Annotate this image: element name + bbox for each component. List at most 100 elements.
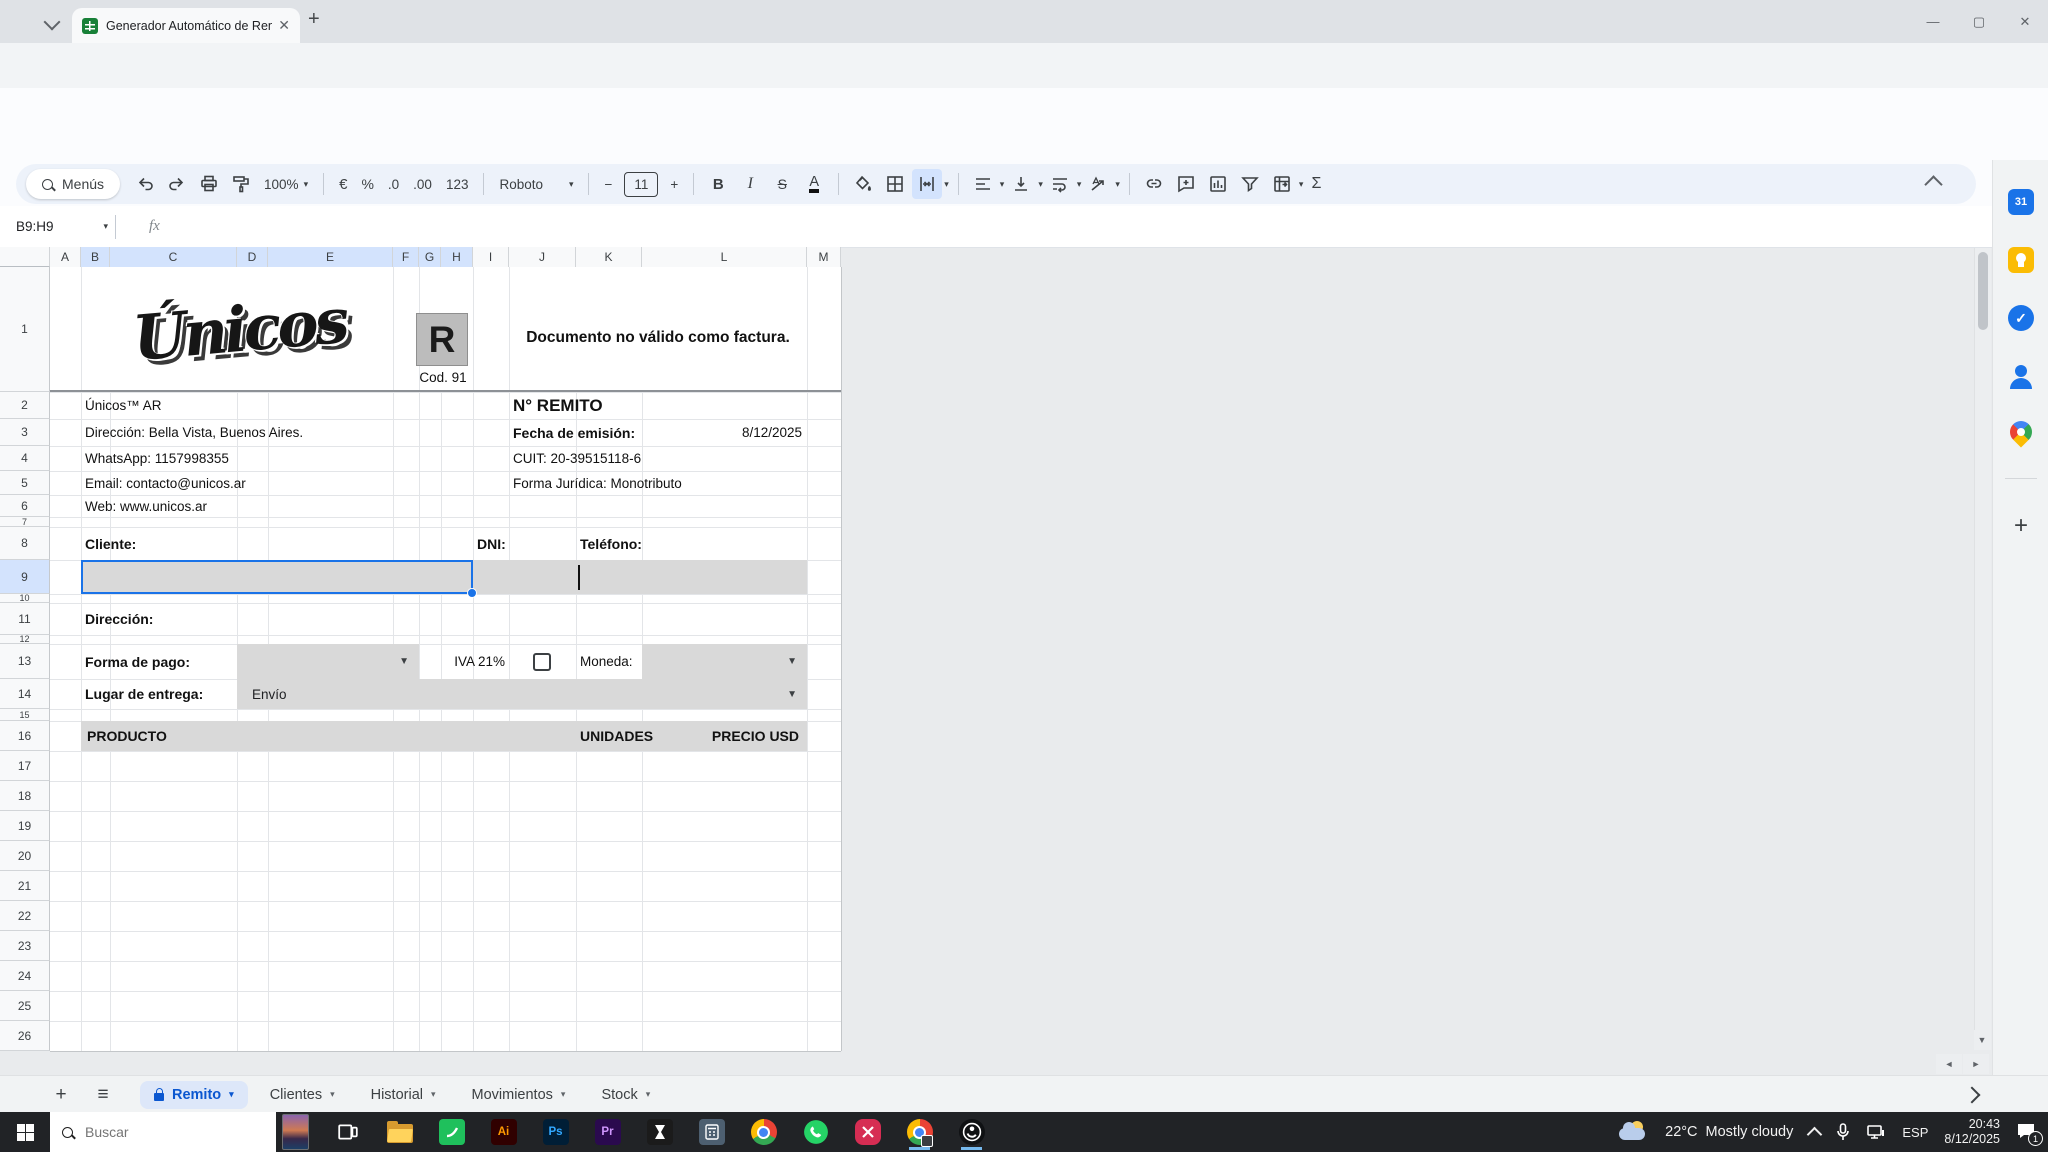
row-header-18[interactable]: 18 [0, 781, 50, 811]
sheet-tab-caret-icon[interactable]: ▾ [561, 1089, 566, 1100]
file-explorer-icon[interactable] [386, 1114, 413, 1150]
notification-center-icon[interactable]: 1 [2016, 1122, 2038, 1142]
vertical-scrollbar-thumb[interactable] [1978, 252, 1988, 330]
pivot-caret-icon[interactable]: ▾ [1299, 179, 1304, 190]
increase-decimals-button[interactable]: .00 [407, 177, 438, 192]
cell-client-label[interactable]: Cliente: [85, 527, 205, 560]
calendar-icon[interactable]: 31 [2007, 188, 2035, 216]
column-header-G[interactable]: G [419, 247, 441, 267]
merge-cells-button[interactable] [912, 169, 942, 199]
text-rotation-caret-icon[interactable]: ▾ [1115, 179, 1120, 190]
more-formats-button[interactable]: 123 [440, 177, 475, 192]
sheet-tab-caret-icon[interactable]: ▾ [431, 1089, 436, 1100]
row-header-21[interactable]: 21 [0, 871, 50, 901]
tab-search-chevron-icon[interactable] [44, 14, 61, 31]
text-wrap-button[interactable] [1045, 169, 1075, 199]
cell-date-value[interactable]: 8/12/2025 [642, 419, 802, 446]
row-header-2[interactable]: 2 [0, 392, 50, 419]
column-header-A[interactable]: A [50, 247, 81, 267]
keep-icon[interactable] [2007, 246, 2035, 274]
premiere-icon[interactable]: Pr [594, 1114, 621, 1150]
italic-button[interactable]: I [735, 169, 765, 199]
row-header-11[interactable]: 11 [0, 603, 50, 635]
row-header-1[interactable]: 1 [0, 267, 50, 392]
tab-scroll-right-icon[interactable] [1964, 1086, 1981, 1103]
row-header-16[interactable]: 16 [0, 721, 50, 751]
sheet-tab-caret-icon[interactable]: ▾ [330, 1089, 335, 1100]
select-all-corner[interactable] [0, 247, 50, 267]
row-header-10[interactable]: 10 [0, 594, 50, 603]
selection-fill-handle[interactable] [467, 588, 477, 598]
microphone-icon[interactable] [1836, 1123, 1850, 1141]
column-header-M[interactable]: M [807, 247, 841, 267]
row-header-13[interactable]: 13 [0, 644, 50, 679]
row-header-7[interactable]: 7 [0, 517, 50, 527]
all-sheets-button[interactable]: ≡ [82, 1084, 124, 1106]
tray-expand-icon[interactable] [1807, 1126, 1823, 1142]
row-header-22[interactable]: 22 [0, 901, 50, 931]
bold-button[interactable]: B [703, 169, 733, 199]
weather-temp[interactable]: 22°C [1665, 1124, 1697, 1140]
column-header-C[interactable]: C [110, 247, 237, 267]
cell-cuit[interactable]: CUIT: 20-39515118-6 [513, 446, 753, 471]
add-addon-icon[interactable]: + [2007, 512, 2035, 540]
scroll-down-icon[interactable]: ▼ [1974, 1030, 1990, 1050]
insert-chart-button[interactable] [1203, 169, 1233, 199]
row-header-20[interactable]: 20 [0, 841, 50, 871]
vertical-align-button[interactable] [1006, 169, 1036, 199]
percent-format-button[interactable]: % [355, 176, 379, 192]
cell-company-email[interactable]: Email: contacto@unicos.ar [85, 471, 365, 495]
row-header-24[interactable]: 24 [0, 961, 50, 991]
font-family-select[interactable]: Roboto▾ [493, 177, 579, 192]
hourglass-app-icon[interactable] [646, 1114, 673, 1150]
cell-remito-title[interactable]: N° REMITO [513, 391, 713, 420]
text-color-button[interactable]: A [809, 175, 819, 193]
vertical-scrollbar[interactable] [1974, 248, 1991, 1050]
selection-range[interactable] [81, 560, 473, 594]
print-button[interactable] [194, 169, 224, 199]
row-header-12[interactable]: 12 [0, 635, 50, 644]
contacts-icon[interactable] [2007, 362, 2035, 390]
horizontal-align-button[interactable] [968, 169, 998, 199]
row-header-23[interactable]: 23 [0, 931, 50, 961]
column-header-D[interactable]: D [237, 247, 268, 267]
decrease-decimals-button[interactable]: .0 [382, 177, 405, 192]
task-view-icon[interactable] [334, 1114, 361, 1150]
fill-color-button[interactable] [848, 169, 878, 199]
increase-font-size-button[interactable]: + [664, 177, 684, 192]
photoshop-icon[interactable]: Ps [542, 1114, 569, 1150]
sheet-tab-stock[interactable]: Stock▾ [587, 1081, 664, 1109]
name-box[interactable]: B9:H9 ▾ [0, 219, 108, 234]
decrease-font-size-button[interactable]: − [598, 177, 618, 192]
weather-desc[interactable]: Mostly cloudy [1706, 1124, 1794, 1140]
redo-button[interactable] [162, 169, 192, 199]
cell-company-whatsapp[interactable]: WhatsApp: 1157998355 [85, 446, 365, 471]
undo-button[interactable] [130, 169, 160, 199]
taskbar-search[interactable] [50, 1112, 276, 1152]
insert-link-button[interactable] [1139, 169, 1169, 199]
cell-company-web[interactable]: Web: www.unicos.ar [85, 495, 365, 517]
green-app-icon[interactable] [438, 1114, 465, 1150]
weather-icon[interactable] [1619, 1121, 1649, 1143]
cell-iva-label[interactable]: IVA 21% [400, 644, 505, 679]
insert-comment-button[interactable] [1171, 169, 1201, 199]
strikethrough-button[interactable]: S [767, 169, 797, 199]
whatsapp-icon[interactable] [802, 1114, 829, 1150]
network-icon[interactable] [1866, 1124, 1886, 1140]
sheet-tab-historial[interactable]: Historial▾ [357, 1081, 450, 1109]
browser-tab[interactable]: Generador Automático de Rem ✕ [72, 8, 300, 43]
borders-button[interactable] [880, 169, 910, 199]
cell-address-label[interactable]: Dirección: [85, 603, 225, 635]
payment-method-dropdown[interactable]: ▼ [237, 644, 419, 679]
row-header-17[interactable]: 17 [0, 751, 50, 781]
sheet-tab-movimientos[interactable]: Movimientos▾ [458, 1081, 580, 1109]
cell-company-name[interactable]: Únicos™ AR [85, 392, 365, 419]
cell-delivery-label[interactable]: Lugar de entrega: [85, 679, 245, 709]
row-header-4[interactable]: 4 [0, 446, 50, 471]
taskbar-search-input[interactable] [83, 1123, 237, 1141]
filter-button[interactable] [1235, 169, 1265, 199]
collapse-toolbar-icon[interactable] [1924, 175, 1942, 193]
delivery-dropdown[interactable]: Envío ▼ [237, 679, 807, 709]
cell-currency-label[interactable]: Moneda: [580, 644, 650, 679]
red-game-icon[interactable] [854, 1114, 881, 1150]
